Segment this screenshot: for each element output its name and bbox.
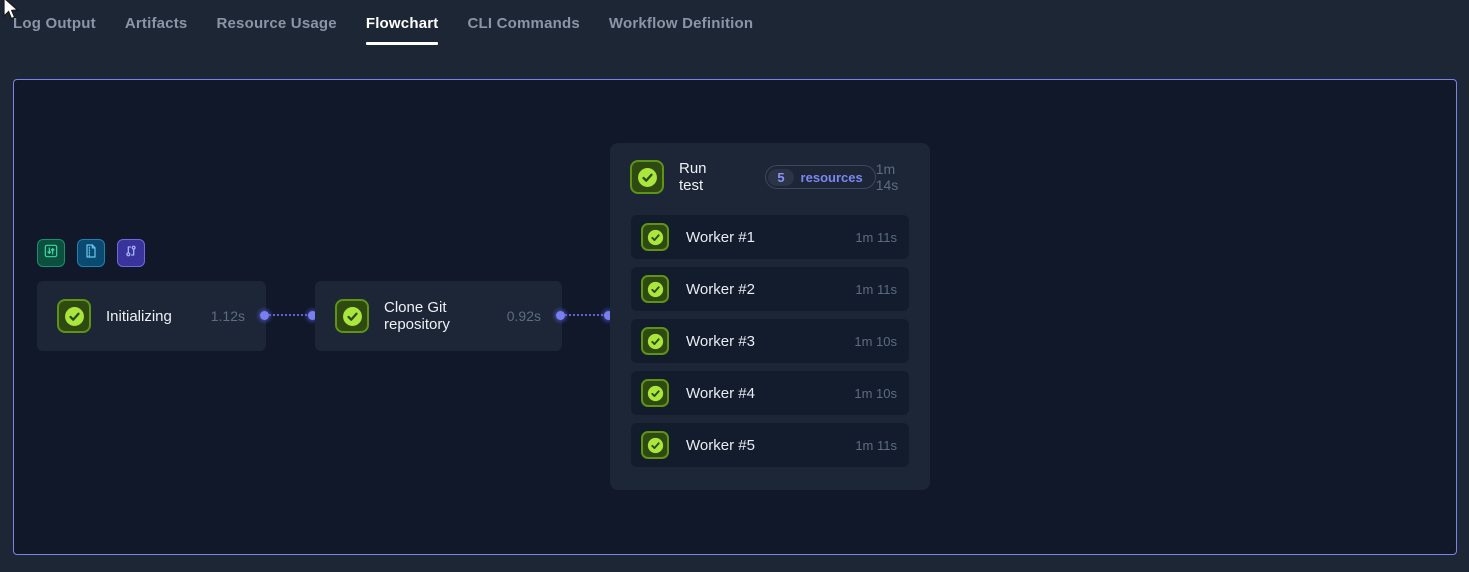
worker-duration: 1m 10s [854,334,897,349]
success-check-icon [641,327,669,355]
worker-duration: 1m 10s [854,386,897,401]
connector-endpoint-dot [556,311,565,320]
tab-log-output[interactable]: Log Output [13,0,96,46]
worker-duration: 1m 11s [855,438,897,453]
node-clone-git-repository[interactable]: Clone Git repository 0.92s [315,281,562,351]
log-file-button[interactable] [77,239,105,267]
connector-line [269,314,311,316]
worker-label: Worker #3 [686,333,854,350]
node-duration: 0.92s [507,308,541,324]
worker-label: Worker #5 [686,437,855,454]
split-columns-icon [43,243,59,264]
git-compare-icon [123,243,139,264]
tab-cli-commands[interactable]: CLI Commands [467,0,579,46]
success-check-icon [641,431,669,459]
worker-label: Worker #1 [686,229,855,246]
connector-endpoint-dot [260,311,269,320]
group-run-test: Run test 5 resources 1m 14s Worker #1 1m… [610,143,930,490]
git-compare-button[interactable] [117,239,145,267]
node-label: Initializing [106,308,211,325]
group-duration: 1m 14s [876,161,908,193]
success-check-icon [641,275,669,303]
worker-row-5[interactable]: Worker #5 1m 11s [631,423,909,467]
tab-flowchart[interactable]: Flowchart [366,0,439,46]
success-check-icon [641,379,669,407]
tab-bar: Log Output Artifacts Resource Usage Flow… [0,0,1469,46]
worker-row-4[interactable]: Worker #4 1m 10s [631,371,909,415]
app-root: { "tabs": { "items": [ { "label": "Log O… [0,0,1469,572]
group-run-test-header[interactable]: Run test 5 resources 1m 14s [610,143,930,194]
resources-badge-count: 5 [768,169,793,186]
resources-badge-label: resources [794,170,873,185]
tab-workflow-definition[interactable]: Workflow Definition [609,0,753,46]
connector-line [565,314,607,316]
node-duration: 1.12s [211,308,245,324]
resources-badge[interactable]: 5 resources [765,165,875,189]
worker-label: Worker #4 [686,385,854,402]
node-label: Clone Git repository [384,299,507,333]
success-check-icon [335,299,369,333]
worker-label: Worker #2 [686,281,855,298]
log-file-icon [83,243,99,264]
group-title: Run test [679,160,718,194]
tab-resource-usage[interactable]: Resource Usage [216,0,336,46]
flowchart-toolbar [37,239,145,267]
worker-row-1[interactable]: Worker #1 1m 11s [631,215,909,259]
success-check-icon [630,160,664,194]
split-columns-button[interactable] [37,239,65,267]
success-check-icon [57,299,91,333]
tab-artifacts[interactable]: Artifacts [125,0,188,46]
worker-list: Worker #1 1m 11s Worker #2 1m 11s Worker… [631,215,909,467]
worker-duration: 1m 11s [855,230,897,245]
success-check-icon [641,223,669,251]
worker-row-3[interactable]: Worker #3 1m 10s [631,319,909,363]
node-initializing[interactable]: Initializing 1.12s [37,281,266,351]
worker-duration: 1m 11s [855,282,897,297]
worker-row-2[interactable]: Worker #2 1m 11s [631,267,909,311]
